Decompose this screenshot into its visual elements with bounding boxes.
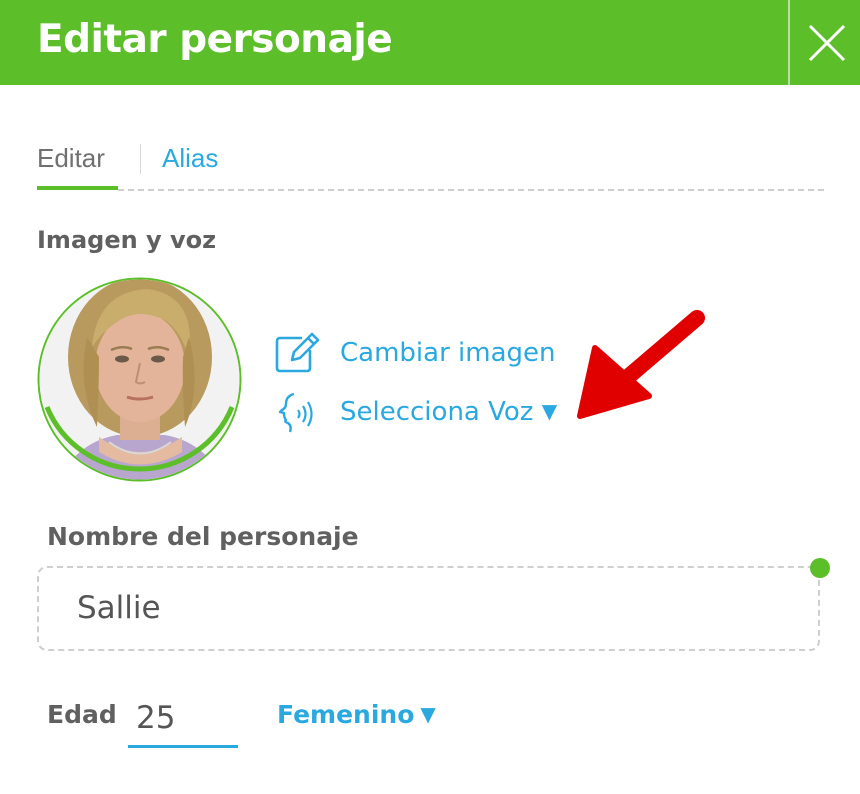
avatar-image [37, 277, 242, 482]
chevron-down-icon: ▼ [541, 399, 558, 423]
change-image-label: Cambiar imagen [340, 338, 556, 368]
tab-editar[interactable]: Editar [37, 142, 105, 174]
age-input[interactable]: 25 [128, 696, 238, 748]
character-name-input[interactable]: Sallie [37, 566, 820, 651]
voice-icon [278, 392, 313, 433]
avatar [37, 277, 242, 482]
gender-dropdown[interactable]: Femenino ▼ [277, 700, 436, 729]
character-name-value: Sallie [77, 590, 161, 626]
close-button[interactable] [790, 0, 860, 85]
annotation-arrow-icon [577, 310, 705, 419]
close-icon [808, 24, 846, 62]
select-voice-label: Selecciona Voz ▼ [340, 397, 558, 427]
edit-icon [275, 332, 320, 373]
age-label: Edad [47, 700, 117, 729]
active-tab-indicator [37, 186, 118, 190]
gender-value: Femenino [277, 700, 415, 729]
character-name-label: Nombre del personaje [47, 522, 359, 551]
chevron-down-icon: ▼ [420, 702, 436, 726]
dialog-header: Editar personaje [0, 0, 860, 85]
section-title-image-voice: Imagen y voz [37, 226, 217, 254]
dialog-title: Editar personaje [37, 17, 393, 62]
tab-alias[interactable]: Alias [162, 142, 218, 174]
status-dot [810, 558, 830, 578]
tabs-divider [118, 189, 824, 191]
tab-separator [140, 144, 141, 174]
age-value: 25 [136, 700, 176, 736]
